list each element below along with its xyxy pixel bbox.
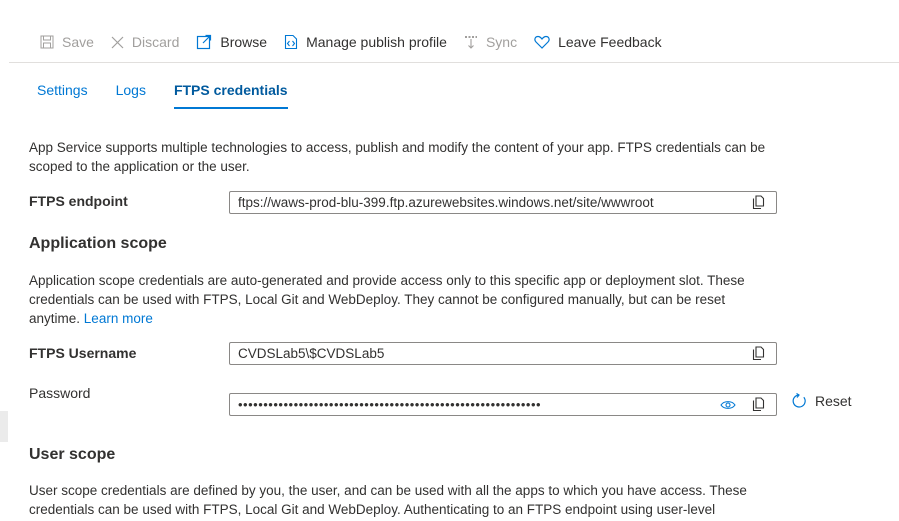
save-icon [40, 35, 54, 49]
tab-bar: Settings Logs FTPS credentials [37, 82, 316, 109]
command-bar: Save Discard Browse Manage publish profi… [40, 30, 679, 54]
manage-publish-profile-label: Manage publish profile [306, 34, 447, 50]
sync-icon [464, 36, 477, 49]
show-password-button[interactable] [716, 394, 740, 415]
copy-username-button[interactable] [746, 343, 770, 364]
discard-button[interactable]: Discard [111, 34, 179, 50]
refresh-icon [792, 393, 806, 408]
copy-endpoint-button[interactable] [746, 192, 770, 213]
leave-feedback-button[interactable]: Leave Feedback [534, 34, 662, 50]
leave-feedback-label: Leave Feedback [558, 34, 662, 50]
password-label: Password [29, 385, 91, 401]
reset-label: Reset [815, 393, 852, 409]
publish-profile-icon [285, 34, 298, 50]
ftps-username-value[interactable]: CVDSLab5\$CVDSLab5 [230, 346, 746, 361]
close-icon [111, 36, 124, 48]
copy-icon [752, 346, 764, 361]
copy-password-button[interactable] [746, 394, 770, 415]
user-scope-description: User scope credentials are defined by yo… [29, 483, 747, 517]
intro-text: App Service supports multiple technologi… [29, 140, 766, 174]
discard-label: Discard [131, 34, 180, 50]
user-scope-heading: User scope [29, 446, 116, 463]
side-panel-handle[interactable] [0, 411, 8, 442]
browse-button[interactable]: Browse [196, 34, 267, 50]
ftps-endpoint-label: FTPS endpoint [29, 193, 128, 209]
learn-more-link[interactable]: Learn more [84, 311, 153, 326]
reset-credentials-button[interactable]: Reset [791, 393, 852, 409]
ftps-username-label: FTPS Username [29, 345, 137, 361]
tab-settings[interactable]: Settings [37, 82, 88, 109]
ftps-endpoint-field: ftps://waws-prod-blu-399.ftp.azurewebsit… [229, 191, 777, 214]
password-field: ••••••••••••••••••••••••••••••••••••••••… [229, 393, 777, 416]
tab-logs[interactable]: Logs [116, 82, 146, 109]
ftps-endpoint-value[interactable]: ftps://waws-prod-blu-399.ftp.azurewebsit… [230, 195, 746, 210]
eye-icon [720, 400, 736, 409]
copy-icon [752, 195, 764, 210]
application-scope-description: Application scope credentials are auto-g… [29, 271, 779, 328]
save-label: Save [62, 34, 94, 50]
manage-publish-profile-button[interactable]: Manage publish profile [284, 34, 447, 50]
password-value[interactable]: ••••••••••••••••••••••••••••••••••••••••… [230, 397, 716, 412]
application-scope-heading: Application scope [29, 235, 167, 252]
heart-icon [534, 35, 550, 49]
sync-button[interactable]: Sync [464, 34, 517, 50]
save-button[interactable]: Save [40, 34, 94, 50]
toolbar-divider [9, 62, 899, 63]
copy-icon [752, 397, 764, 412]
tab-ftps-credentials[interactable]: FTPS credentials [173, 82, 288, 109]
ftps-username-field: CVDSLab5\$CVDSLab5 [229, 342, 777, 365]
open-external-icon [197, 34, 212, 50]
sync-label: Sync [485, 34, 518, 50]
browse-label: Browse [220, 34, 268, 50]
